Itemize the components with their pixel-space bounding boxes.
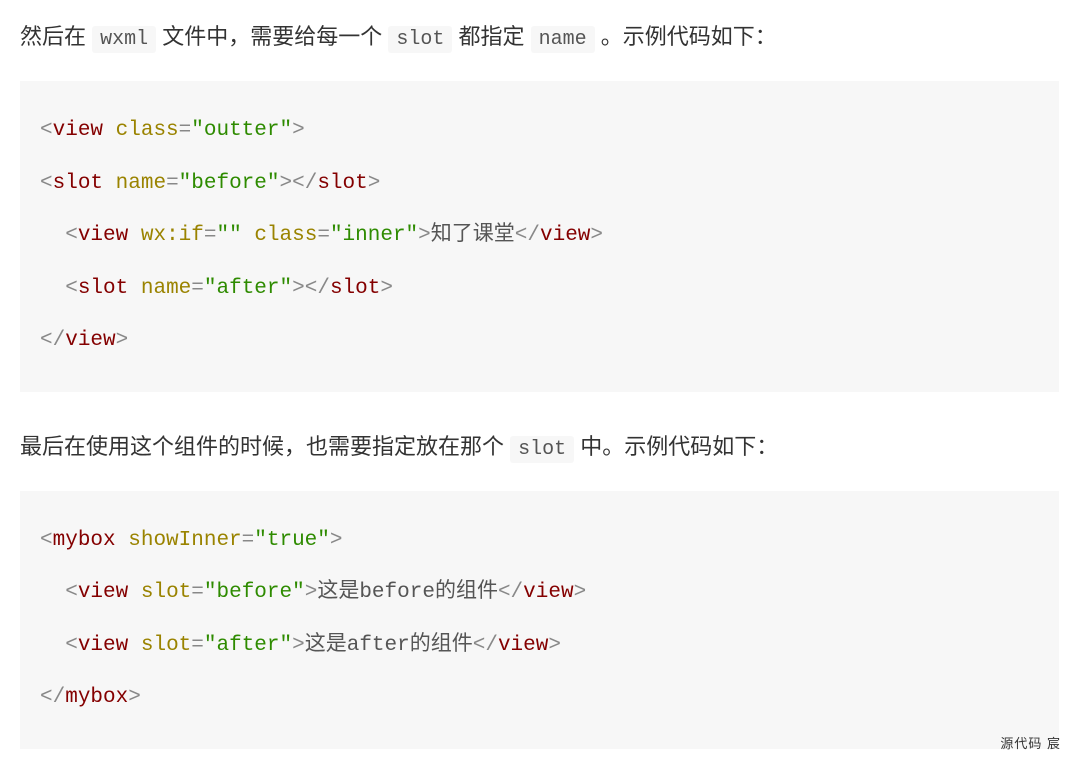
code-line: <view class="outter"> <box>40 105 1039 158</box>
code-line: <view wx:if="" class="inner">知了课堂</view> <box>40 210 1039 263</box>
inline-code-slot: slot <box>510 436 574 463</box>
code-block-2: <mybox showInner="true"> <view slot="bef… <box>20 491 1059 749</box>
text: 文件中，需要给每一个 <box>156 24 388 49</box>
code-line: <slot name="after"></slot> <box>40 263 1039 316</box>
code-line: <slot name="before"></slot> <box>40 158 1039 211</box>
code-line: </view> <box>40 315 1039 368</box>
inline-code-wxml: wxml <box>92 26 156 53</box>
code-line: <view slot="before">这是before的组件</view> <box>40 567 1039 620</box>
text: 。示例代码如下： <box>595 24 777 49</box>
code-line: </mybox> <box>40 672 1039 725</box>
paragraph-2: 最后在使用这个组件的时候，也需要指定放在那个 slot 中。示例代码如下： <box>20 428 1059 467</box>
paragraph-1: 然后在 wxml 文件中，需要给每一个 slot 都指定 name 。示例代码如… <box>20 18 1059 57</box>
inline-code-name: name <box>531 26 595 53</box>
code-line: <view slot="after">这是after的组件</view> <box>40 620 1039 673</box>
text: 中。示例代码如下： <box>574 434 778 459</box>
text: 然后在 <box>20 24 92 49</box>
code-block-1: <view class="outter"><slot name="before"… <box>20 81 1059 392</box>
text: 最后在使用这个组件的时候，也需要指定放在那个 <box>20 434 510 459</box>
watermark: 源代码 宸 <box>1000 733 1061 752</box>
inline-code-slot: slot <box>388 26 452 53</box>
code-line: <mybox showInner="true"> <box>40 515 1039 568</box>
text: 都指定 <box>452 24 530 49</box>
